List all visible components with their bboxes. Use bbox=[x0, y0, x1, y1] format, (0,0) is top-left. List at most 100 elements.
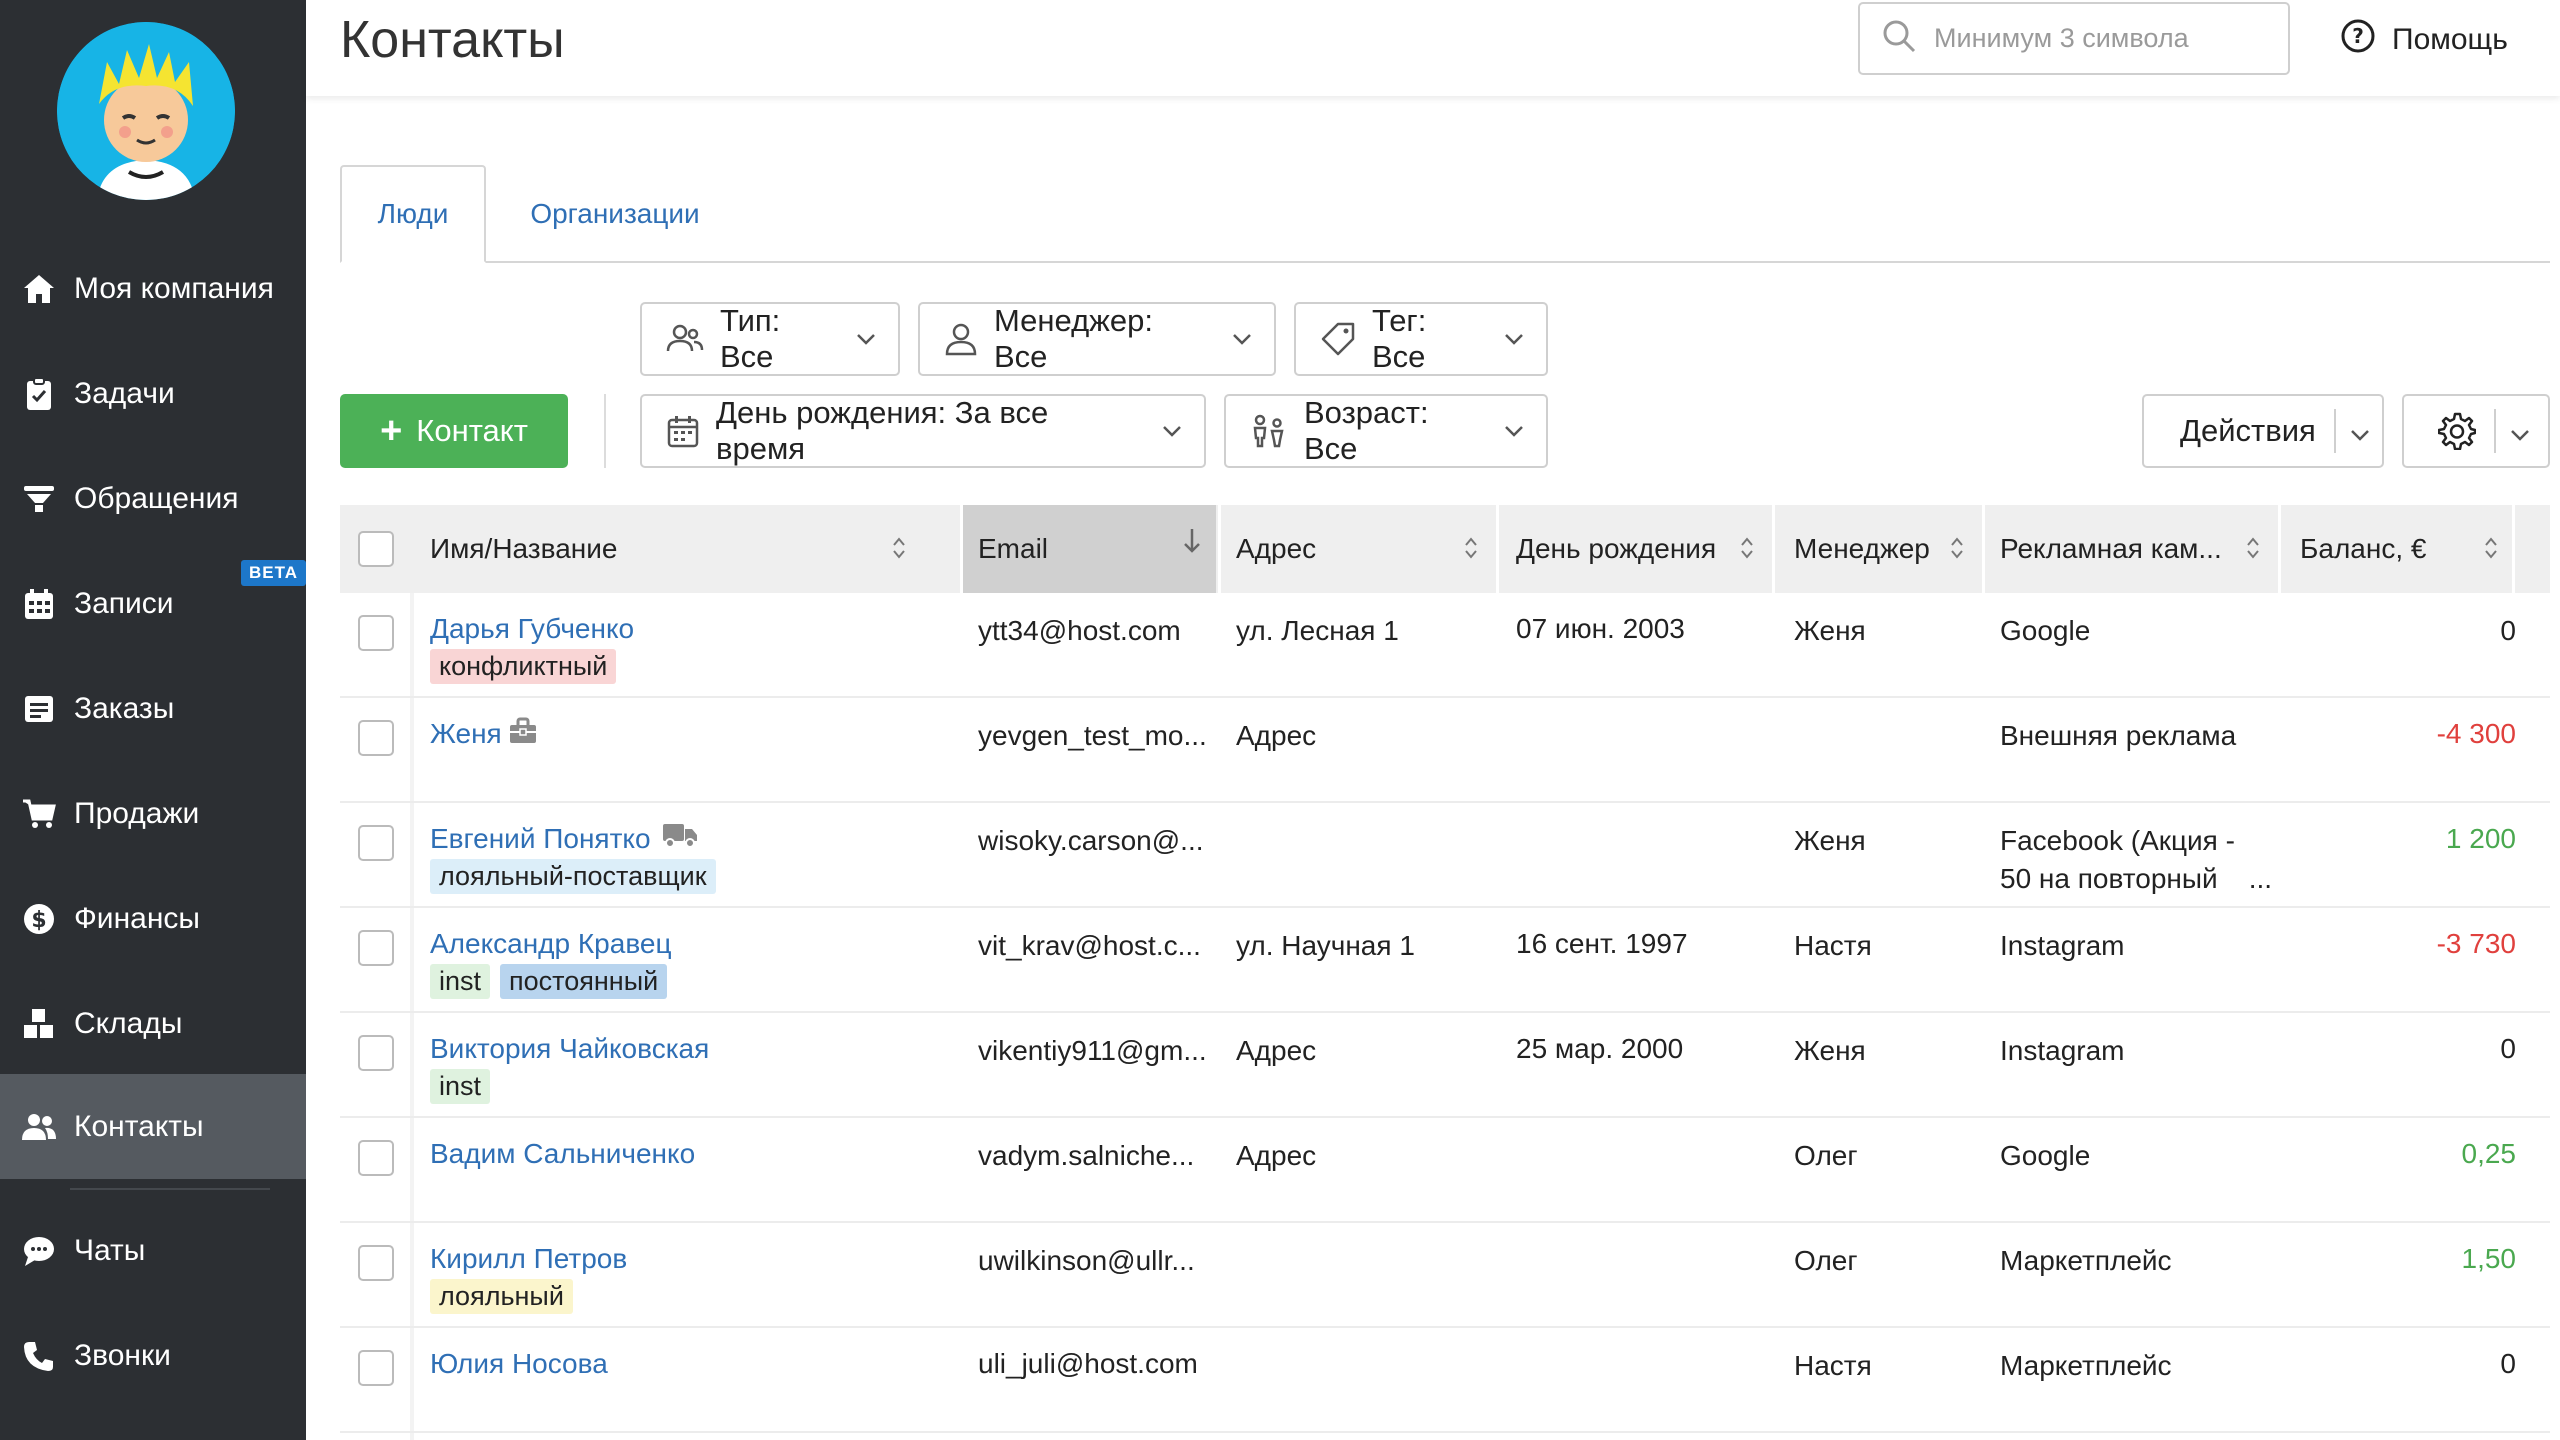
tag-badge: лояльный-поставщик bbox=[430, 859, 716, 894]
address-cell: ул. Лесная 1 bbox=[1236, 615, 1399, 646]
person-outline-icon bbox=[944, 322, 978, 356]
people-outline-icon bbox=[666, 323, 704, 355]
birthday-cell: 16 сент. 1997 bbox=[1516, 928, 1688, 959]
chevron-down-icon[interactable] bbox=[2510, 413, 2530, 449]
funnel-icon bbox=[18, 478, 60, 520]
clipboard-check-icon bbox=[18, 373, 60, 415]
tag-badge: конфликтный bbox=[430, 649, 617, 684]
column-header-manager[interactable]: Менеджер bbox=[1774, 505, 1978, 593]
actions-label: Действия bbox=[2180, 413, 2316, 448]
sidebar-item-sales[interactable]: Продажи bbox=[0, 761, 306, 866]
row-checkbox[interactable] bbox=[358, 720, 394, 756]
add-contact-button[interactable]: + Контакт bbox=[340, 394, 568, 468]
contact-name-link[interactable]: Вадим Сальниченко bbox=[430, 1138, 695, 1170]
balance-cell: 1 200 bbox=[2445, 823, 2516, 854]
help-label: Помощь bbox=[2392, 23, 2508, 56]
column-header-email[interactable]: Email bbox=[962, 505, 1216, 593]
row-checkbox[interactable] bbox=[358, 615, 394, 651]
column-header-birthday[interactable]: День рождения bbox=[1498, 505, 1768, 593]
birthday-cell: 07 июн. 2003 bbox=[1516, 613, 1685, 644]
row-checkbox[interactable] bbox=[358, 1350, 394, 1386]
balance-cell: 0,25 bbox=[2461, 1138, 2517, 1169]
avatar-illustration bbox=[57, 22, 235, 200]
row-checkbox[interactable] bbox=[358, 825, 394, 861]
contact-name-link[interactable]: Юлия Носова bbox=[430, 1348, 608, 1380]
sidebar-item-label: Заказы bbox=[74, 691, 175, 725]
filter-tag[interactable]: Тег: Все bbox=[1294, 302, 1548, 376]
column-label: Email bbox=[978, 533, 1049, 564]
email-cell: ytt34@host.com bbox=[978, 615, 1181, 646]
chevron-down-icon bbox=[1162, 425, 1182, 437]
contact-name-link[interactable]: Александр Кравец bbox=[430, 928, 672, 960]
tab-people[interactable]: Люди bbox=[340, 165, 486, 263]
campaign-cell: Маркетплейс bbox=[2000, 1245, 2172, 1276]
sidebar-item-label: Склады bbox=[74, 1006, 183, 1040]
filter-type[interactable]: Тип: Все bbox=[640, 302, 900, 376]
sidebar-item-calls[interactable]: Звонки bbox=[0, 1303, 306, 1408]
table-row: Юлия Носова uli_juli@host.com Настя Марк… bbox=[340, 1328, 2550, 1433]
search-input[interactable] bbox=[1934, 23, 2264, 54]
button-divider bbox=[2494, 409, 2496, 453]
tag-badge: inst bbox=[430, 964, 491, 999]
avatar[interactable] bbox=[57, 22, 235, 200]
search-box[interactable] bbox=[1858, 2, 2290, 75]
contact-name-link[interactable]: Евгений Понятко bbox=[430, 823, 651, 855]
contact-name-link[interactable]: Кирилл Петров bbox=[430, 1243, 627, 1275]
table-row: Дарья Губченко конфликтный ytt34@host.co… bbox=[340, 593, 2550, 698]
campaign-cell: Instagram bbox=[2000, 1035, 2125, 1066]
help-link[interactable]: ? Помощь bbox=[2340, 18, 2508, 62]
column-header-address[interactable]: Адрес bbox=[1220, 505, 1492, 593]
tag-list: лояльный-поставщик bbox=[430, 859, 716, 894]
column-header-campaign[interactable]: Рекламная кам... bbox=[1984, 505, 2274, 593]
filter-birthday-label: День рождения: За все время bbox=[716, 395, 1049, 466]
sort-icon bbox=[892, 535, 906, 567]
settings-button[interactable] bbox=[2402, 394, 2550, 468]
boxes-icon bbox=[18, 1003, 60, 1045]
chat-icon bbox=[18, 1230, 60, 1272]
tag-badge: постоянный bbox=[500, 964, 668, 999]
contact-name-link[interactable]: Женя bbox=[430, 718, 502, 750]
manager-cell: Женя bbox=[1794, 825, 1866, 856]
contact-name-link[interactable]: Виктория Чайковская bbox=[430, 1033, 709, 1065]
table-row: Вадим Сальниченко vadym.salniche... Адре… bbox=[340, 1118, 2550, 1223]
filter-manager[interactable]: Менеджер: Все bbox=[918, 302, 1276, 376]
tag-badge: лояльный bbox=[430, 1279, 573, 1314]
sidebar-item-chats[interactable]: Чаты bbox=[0, 1198, 306, 1303]
column-header-name[interactable]: Имя/Название bbox=[430, 505, 920, 593]
filter-birthday[interactable]: День рождения: За все время bbox=[640, 394, 1206, 468]
select-all-checkbox[interactable] bbox=[358, 531, 394, 567]
actions-button[interactable]: Действия bbox=[2142, 394, 2384, 468]
table-header: Имя/Название Email Адрес День рождения М… bbox=[340, 505, 2550, 593]
cart-icon bbox=[18, 793, 60, 835]
sidebar-item-warehouses[interactable]: Склады bbox=[0, 971, 306, 1076]
sidebar-item-requests[interactable]: Обращения bbox=[0, 446, 306, 551]
contact-name-link[interactable]: Дарья Губченко bbox=[430, 613, 634, 645]
filter-age[interactable]: Возраст: Все bbox=[1224, 394, 1548, 468]
column-separator bbox=[960, 505, 963, 593]
sidebar-item-label: Моя компания bbox=[74, 271, 274, 305]
page-title: Контакты bbox=[340, 11, 565, 69]
sidebar-item-my-company[interactable]: Моя компания bbox=[0, 236, 306, 341]
arrow-down-icon bbox=[1182, 527, 1202, 562]
email-cell: vadym.salniche... bbox=[978, 1140, 1195, 1171]
table-row: Женя yevgen_test_mo... Адрес Внешняя рек… bbox=[340, 698, 2550, 803]
order-list-icon bbox=[18, 688, 60, 730]
sidebar-item-contacts[interactable]: Контакты bbox=[0, 1074, 306, 1179]
sidebar-item-tasks[interactable]: Задачи bbox=[0, 341, 306, 446]
tab-organizations[interactable]: Организации bbox=[500, 165, 730, 263]
column-separator bbox=[1772, 505, 1775, 593]
row-checkbox[interactable] bbox=[358, 1035, 394, 1071]
row-checkbox[interactable] bbox=[358, 930, 394, 966]
sidebar-item-orders[interactable]: Заказы bbox=[0, 656, 306, 761]
manager-cell: Настя bbox=[1794, 1350, 1872, 1381]
chevron-down-icon[interactable] bbox=[2350, 413, 2370, 449]
row-checkbox[interactable] bbox=[358, 1140, 394, 1176]
sort-icon bbox=[1464, 535, 1478, 567]
row-checkbox[interactable] bbox=[358, 1245, 394, 1281]
filter-manager-label: Менеджер: Все bbox=[994, 303, 1154, 374]
sidebar-item-label: Чаты bbox=[74, 1233, 146, 1267]
column-label: День рождения bbox=[1516, 533, 1717, 564]
sidebar-item-finance[interactable]: $ Финансы bbox=[0, 866, 306, 971]
column-header-balance[interactable]: Баланс, € bbox=[2280, 505, 2512, 593]
chevron-down-icon bbox=[856, 333, 876, 345]
